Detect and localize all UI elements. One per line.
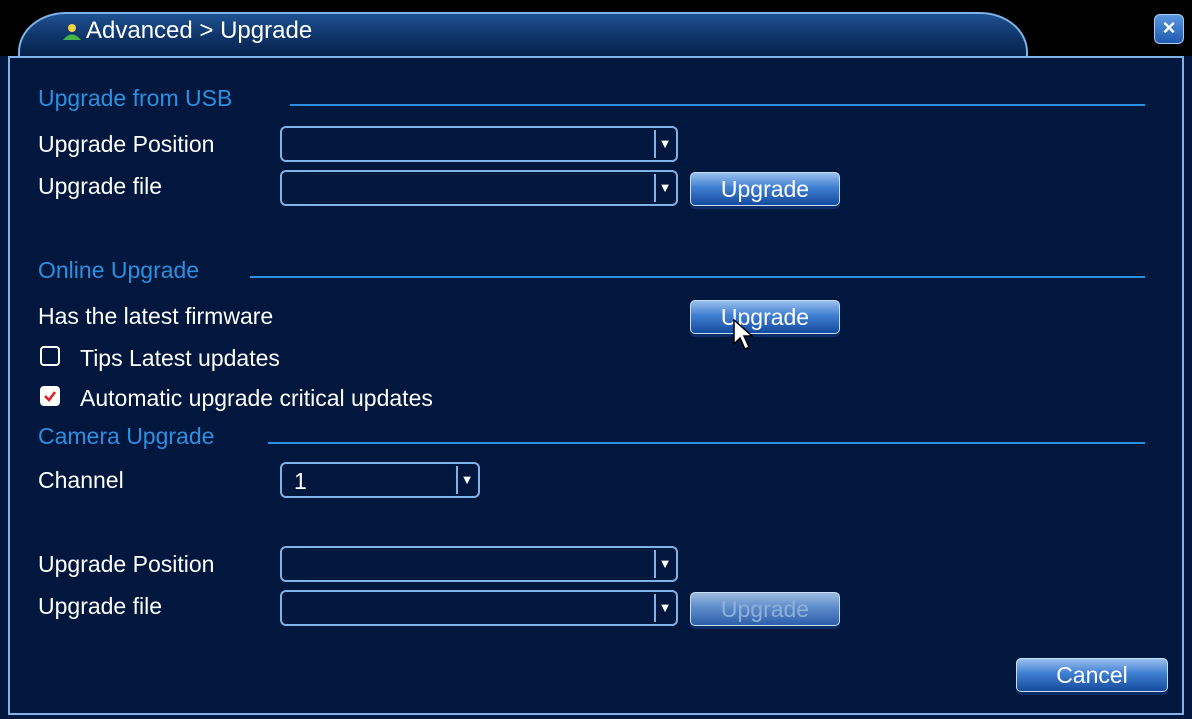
title-bar: Advanced > Upgrade ×	[0, 0, 1192, 56]
tips-latest-updates-checkbox[interactable]	[40, 346, 60, 366]
channel-value: 1	[294, 468, 307, 494]
cancel-button[interactable]: Cancel	[1016, 658, 1168, 692]
section-divider-camera	[268, 442, 1145, 444]
window-title: Advanced > Upgrade	[86, 17, 313, 44]
usb-position-label: Upgrade Position	[38, 131, 215, 157]
section-title-usb: Upgrade from USB	[38, 85, 233, 111]
usb-file-label: Upgrade file	[38, 173, 163, 199]
close-button[interactable]: ×	[1154, 14, 1184, 44]
tips-latest-updates-label: Tips Latest updates	[80, 345, 280, 371]
camera-position-select[interactable]: ▼	[280, 546, 678, 582]
usb-position-select[interactable]: ▼	[280, 126, 678, 162]
auto-upgrade-checkbox[interactable]	[40, 386, 60, 406]
channel-label: Channel	[38, 467, 124, 493]
chevron-down-icon: ▼	[654, 174, 674, 202]
close-icon: ×	[1162, 15, 1176, 40]
checkmark-icon	[44, 391, 57, 402]
camera-position-label: Upgrade Position	[38, 551, 215, 577]
camera-upgrade-button[interactable]: Upgrade	[690, 592, 840, 626]
user-icon	[62, 23, 82, 41]
usb-upgrade-button[interactable]: Upgrade	[690, 172, 840, 206]
chevron-down-icon: ▼	[654, 130, 674, 158]
chevron-down-icon: ▼	[456, 466, 476, 494]
camera-file-select[interactable]: ▼	[280, 590, 678, 626]
upgrade-dialog: Advanced > Upgrade × Upgrade from USB Up…	[0, 0, 1192, 719]
mouse-pointer-icon	[733, 318, 754, 351]
section-divider-usb	[290, 104, 1145, 106]
section-title-online: Online Upgrade	[38, 257, 200, 283]
section-title-camera: Camera Upgrade	[38, 423, 215, 449]
firmware-status-text: Has the latest firmware	[38, 303, 274, 329]
usb-file-select[interactable]: ▼	[280, 170, 678, 206]
online-upgrade-button[interactable]: Upgrade	[690, 300, 840, 334]
camera-file-label: Upgrade file	[38, 593, 163, 619]
channel-select[interactable]: 1 ▼	[280, 462, 480, 498]
section-divider-online	[250, 276, 1145, 278]
chevron-down-icon: ▼	[654, 550, 674, 578]
chevron-down-icon: ▼	[654, 594, 674, 622]
auto-upgrade-label: Automatic upgrade critical updates	[80, 385, 433, 411]
